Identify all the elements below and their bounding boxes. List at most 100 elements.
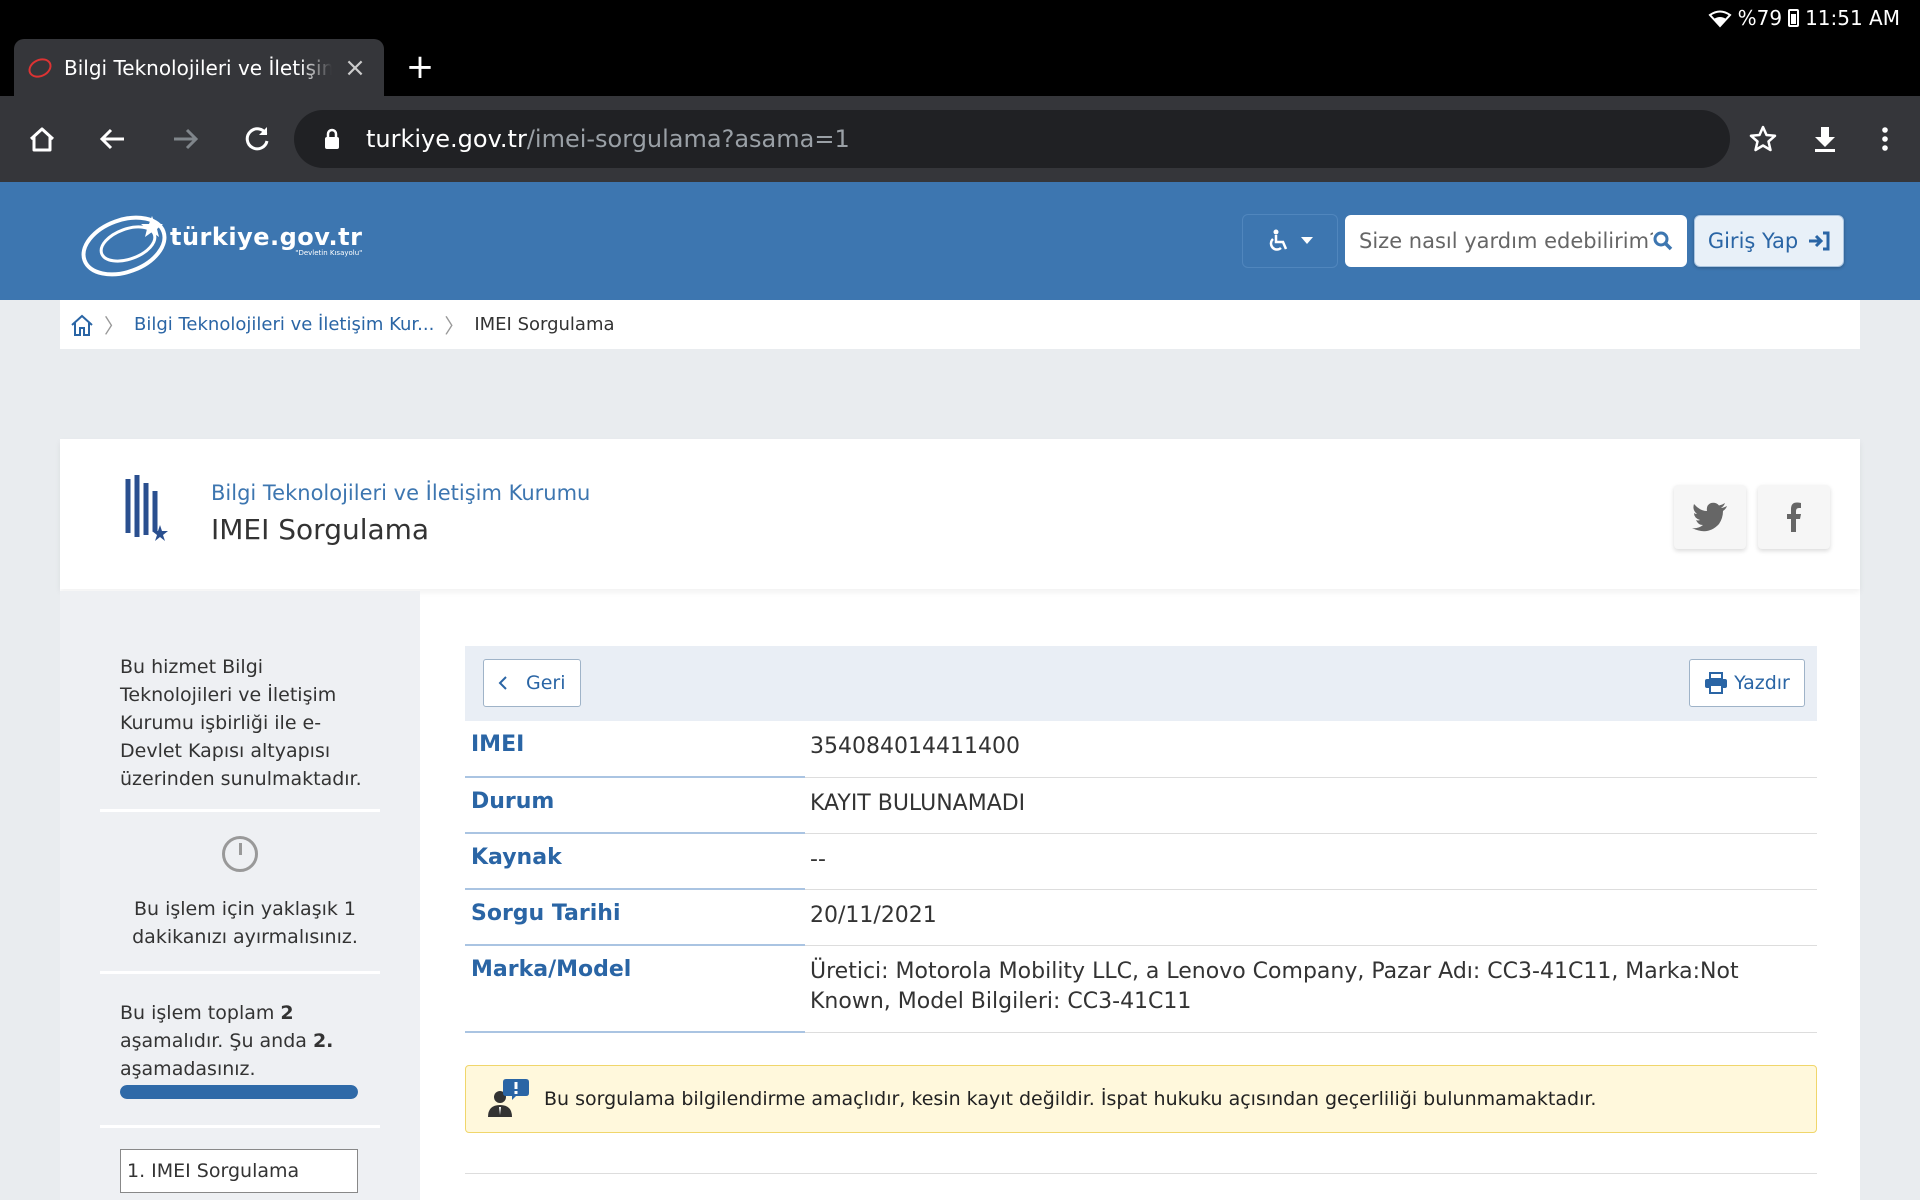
step-link-imei-sorgulama[interactable]: 1. IMEI Sorgulama xyxy=(120,1149,358,1193)
result-value: Üretici: Motorola Mobility LLC, a Lenovo… xyxy=(805,946,1817,1033)
step-progress-fill xyxy=(120,1085,358,1099)
home-icon[interactable] xyxy=(70,313,94,337)
brand-name: türkiye.gov.tr xyxy=(170,223,363,251)
back-button[interactable]: Geri xyxy=(483,659,581,707)
action-bar: Geri Yazdır xyxy=(465,646,1817,721)
result-row-sorgu-tarihi: Sorgu Tarihi 20/11/2021 xyxy=(465,890,1817,946)
result-row-marka-model: Marka/Model Üretici: Motorola Mobility L… xyxy=(465,946,1817,1033)
sidebar-divider xyxy=(100,809,380,812)
bookmark-button[interactable] xyxy=(1738,114,1788,164)
result-value: 354084014411400 xyxy=(805,721,1817,778)
back-button[interactable] xyxy=(88,114,138,164)
steps-total: 2 xyxy=(280,1002,294,1024)
breadcrumb: 〉 Bilgi Teknolojileri ve İletişim Kur...… xyxy=(60,300,1860,349)
result-row-imei: IMEI 354084014411400 xyxy=(465,721,1817,778)
result-key: Marka/Model xyxy=(465,946,805,1033)
steps-text-part: aşamalıdır. Şu anda xyxy=(120,1030,313,1052)
back-label: Geri xyxy=(526,672,566,694)
login-label: Giriş Yap xyxy=(1707,229,1799,253)
service-header: Bilgi Teknolojileri ve İletişim Kurumu I… xyxy=(60,439,1860,589)
site-favicon-icon xyxy=(25,54,55,81)
site-header: türkiye.gov.tr "Devletin Kısayolu" Giriş… xyxy=(0,182,1920,300)
battery-icon xyxy=(1788,9,1800,27)
btk-logo-icon xyxy=(125,475,179,563)
twitter-icon xyxy=(1692,502,1727,532)
address-bar[interactable]: turkiye.gov.tr/imei-sorgulama?asama=1 xyxy=(294,110,1730,168)
sidebar-divider xyxy=(100,1125,380,1128)
result-key: Sorgu Tarihi xyxy=(465,890,805,946)
home-button[interactable] xyxy=(17,114,67,164)
battery-percent: %79 xyxy=(1737,6,1783,30)
breadcrumb-separator: 〉 xyxy=(444,314,465,338)
chevron-left-icon xyxy=(498,676,507,690)
printer-icon xyxy=(1705,672,1728,694)
print-button[interactable]: Yazdır xyxy=(1689,659,1805,707)
sidebar-divider xyxy=(100,971,380,974)
disclaimer-notice: Bu sorgulama bilgilendirme amaçlıdır, ke… xyxy=(465,1065,1817,1133)
result-key: Kaynak xyxy=(465,834,805,890)
content-divider xyxy=(465,1173,1817,1174)
download-button[interactable] xyxy=(1800,114,1850,164)
search-icon[interactable] xyxy=(1653,231,1673,251)
steps-text: Bu işlem toplam 2 aşamalıdır. Şu anda 2.… xyxy=(120,999,370,1083)
close-tab-icon[interactable]: × xyxy=(340,53,370,83)
turkiye-gov-logo[interactable]: türkiye.gov.tr "Devletin Kısayolu" xyxy=(78,202,362,278)
service-sidebar: Bu hizmet Bilgi Teknolojileri ve İletişi… xyxy=(60,591,420,1200)
twitter-share-button[interactable] xyxy=(1674,485,1746,549)
service-card: Bilgi Teknolojileri ve İletişim Kurumu I… xyxy=(60,439,1860,1200)
reload-button[interactable] xyxy=(232,114,282,164)
download-icon xyxy=(1815,127,1835,152)
system-status-bar: %79 11:51 AM xyxy=(0,0,1920,38)
arrow-right-icon xyxy=(174,128,199,150)
more-vert-icon xyxy=(1882,127,1888,151)
sign-in-icon xyxy=(1809,231,1830,251)
url-domain: turkiye.gov.tr xyxy=(366,125,527,153)
result-row-kaynak: Kaynak -- xyxy=(465,834,1817,890)
logo-crescent-icon xyxy=(81,215,167,277)
clock-icon xyxy=(222,836,258,872)
steps-current: 2. xyxy=(312,1030,334,1052)
steps-text-part: Bu işlem toplam xyxy=(120,1002,281,1024)
url-path: /imei-sorgulama?asama=1 xyxy=(526,125,850,153)
result-value: 20/11/2021 xyxy=(805,890,1817,946)
wheelchair-icon xyxy=(1269,229,1288,251)
tab-strip: Bilgi Teknolojileri ve İletişim Kurumu ×… xyxy=(0,38,1920,96)
menu-button[interactable] xyxy=(1860,114,1910,164)
result-key: Durum xyxy=(465,778,805,834)
reload-icon xyxy=(245,127,269,151)
result-content: Geri Yazdır IMEI 354084014411400 Durum K… xyxy=(465,646,1817,1174)
facebook-share-button[interactable] xyxy=(1758,485,1830,549)
duration-text: Bu işlem için yaklaşık 1 dakikanızı ayır… xyxy=(132,898,358,948)
print-label: Yazdır xyxy=(1734,672,1790,694)
accessibility-menu-button[interactable] xyxy=(1242,214,1338,268)
site-search-box[interactable] xyxy=(1345,215,1687,267)
result-table: IMEI 354084014411400 Durum KAYIT BULUNAM… xyxy=(465,721,1817,1033)
site-search-input[interactable] xyxy=(1359,229,1653,253)
steps-text-part: aşamadasınız. xyxy=(120,1058,256,1080)
result-key: IMEI xyxy=(465,721,805,778)
institution-name: Bilgi Teknolojileri ve İletişim Kurumu xyxy=(211,481,591,505)
tab-title: Bilgi Teknolojileri ve İletişim Kurumu xyxy=(64,55,332,80)
result-row-durum: Durum KAYIT BULUNAMADI xyxy=(465,778,1817,834)
home-icon xyxy=(29,127,55,152)
star-icon xyxy=(1749,125,1777,152)
user-alert-icon xyxy=(486,1077,530,1121)
login-button[interactable]: Giriş Yap xyxy=(1694,215,1844,267)
arrow-left-icon xyxy=(99,128,124,150)
new-tab-button[interactable]: + xyxy=(400,38,440,96)
result-value: KAYIT BULUNAMADI xyxy=(805,778,1817,834)
service-title: IMEI Sorgulama xyxy=(211,513,430,546)
browser-tab[interactable]: Bilgi Teknolojileri ve İletişim Kurumu × xyxy=(14,39,384,96)
wifi-icon xyxy=(1708,9,1732,28)
clock: 11:51 AM xyxy=(1805,6,1900,30)
breadcrumb-current: IMEI Sorgulama xyxy=(474,314,615,335)
caret-down-icon xyxy=(1301,237,1313,244)
result-value: -- xyxy=(805,834,1817,890)
disclaimer-text: Bu sorgulama bilgilendirme amaçlıdır, ke… xyxy=(544,1088,1597,1110)
breadcrumb-institution-link[interactable]: Bilgi Teknolojileri ve İletişim Kur... xyxy=(134,314,434,335)
forward-button[interactable] xyxy=(160,114,210,164)
breadcrumb-separator: 〉 xyxy=(104,314,124,338)
browser-toolbar: turkiye.gov.tr/imei-sorgulama?asama=1 xyxy=(0,96,1920,182)
service-info-text: Bu hizmet Bilgi Teknolojileri ve İletişi… xyxy=(120,656,362,790)
step-progress-bar xyxy=(120,1085,358,1099)
